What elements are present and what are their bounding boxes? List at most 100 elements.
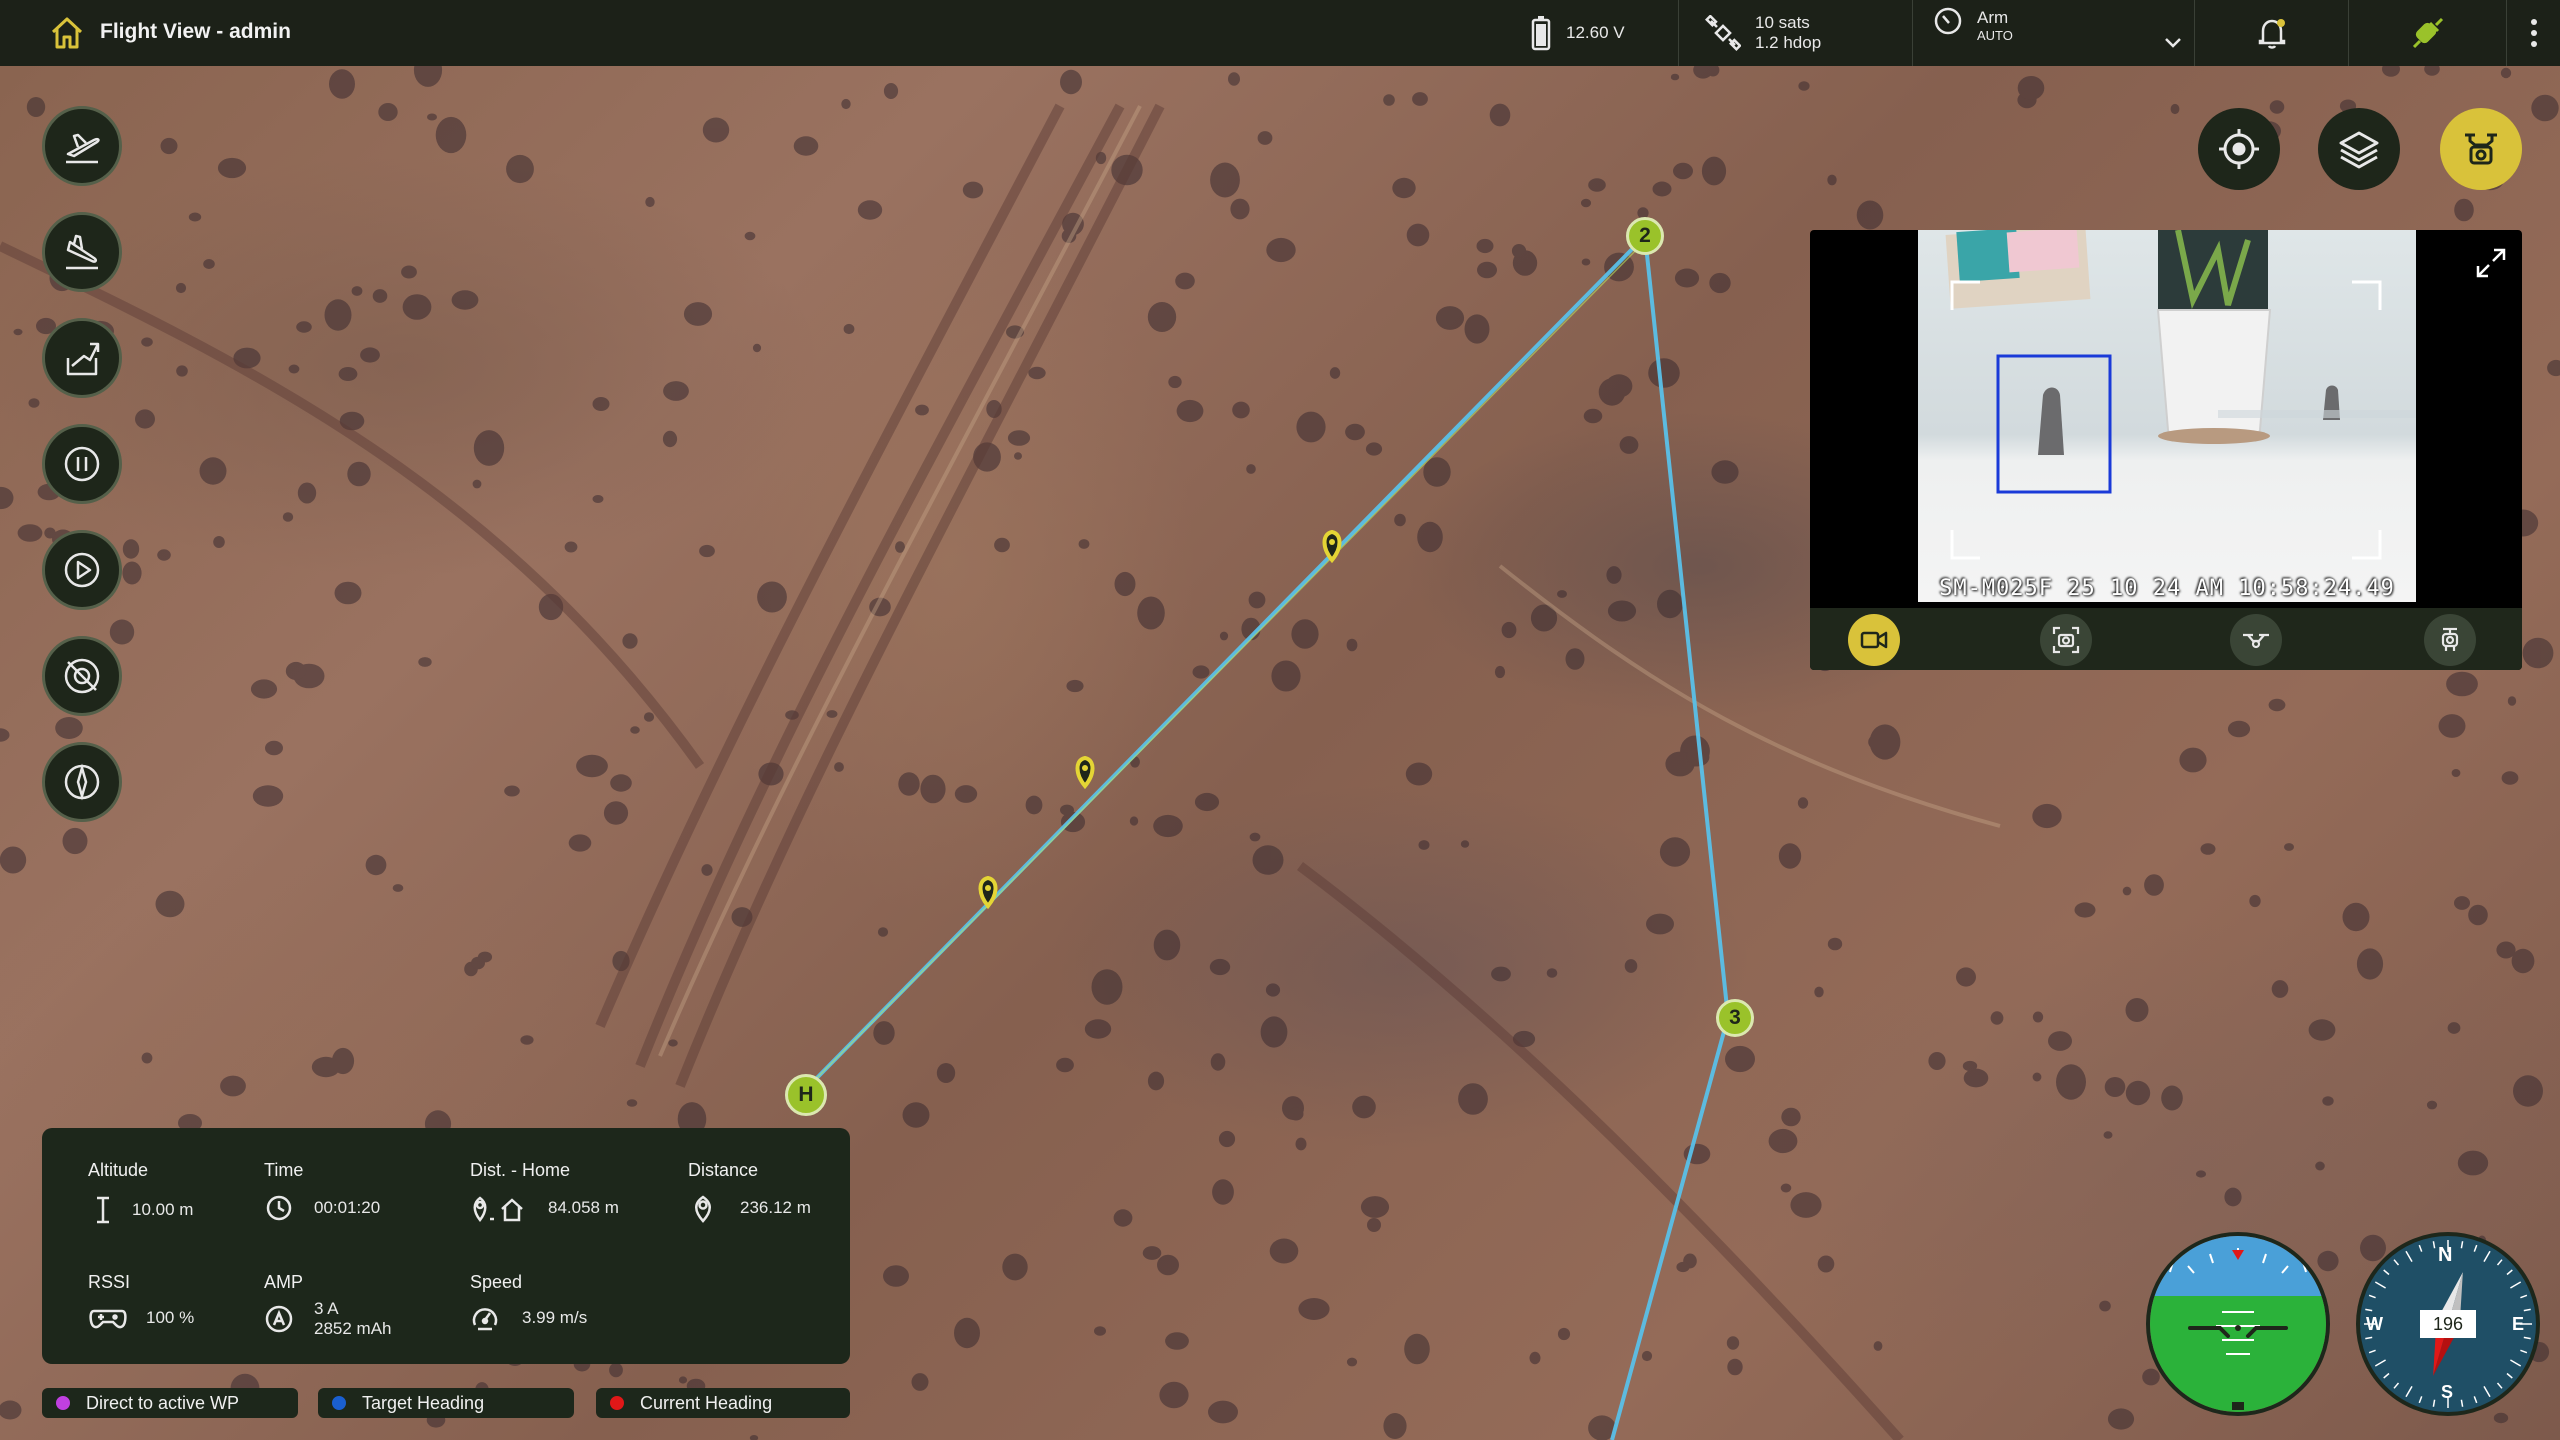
time-stat: Time 00:01:20: [264, 1160, 380, 1223]
plug-connected-icon: [2412, 17, 2444, 49]
camera-off-button[interactable]: [42, 636, 122, 716]
camera-feed-image[interactable]: [1918, 230, 2416, 602]
camera-off-icon: [64, 658, 100, 694]
altitude-icon: [97, 1196, 109, 1224]
expand-video-button[interactable]: [2474, 246, 2508, 280]
gps-sats: 10 sats: [1755, 13, 1810, 32]
video-record-button[interactable]: [1848, 614, 1900, 666]
legend-direct-wp: Direct to active WP: [42, 1388, 298, 1418]
time-label: Time: [264, 1160, 304, 1180]
waypoint-2[interactable]: 2: [1626, 217, 1664, 255]
amp-capacity: 2852 mAh: [314, 1319, 392, 1338]
page-title: Flight View - admin: [100, 20, 291, 43]
takeoff-icon: [66, 133, 100, 164]
speed-value: 3.99 m/s: [522, 1308, 588, 1327]
arm-label: Arm: [1977, 8, 2009, 27]
battery-voltage: 12.60 V: [1566, 23, 1625, 42]
speed-stat: Speed 3.99 m/s: [470, 1272, 587, 1333]
rssi-stat: RSSI 100 %: [88, 1272, 194, 1333]
dist-home-label: Dist. - Home: [470, 1160, 571, 1180]
drone-camera-button[interactable]: [2440, 108, 2522, 190]
compass-w: W: [2366, 1314, 2383, 1334]
return-home-button[interactable]: [42, 318, 122, 398]
waypoint-3[interactable]: 3: [1716, 999, 1754, 1037]
gps-hdop: 1.2 hdop: [1755, 33, 1822, 52]
current-heading-color-dot: [610, 1396, 624, 1410]
home-waypoint[interactable]: H: [785, 1074, 827, 1116]
play-button[interactable]: [42, 530, 122, 610]
clock-icon: [266, 1195, 292, 1221]
compass-e: E: [2512, 1314, 2525, 1334]
location-home-icon: [473, 1196, 523, 1223]
expand-icon: [2476, 248, 2506, 278]
notifications-button[interactable]: [2194, 0, 2349, 66]
more-menu-button[interactable]: [2506, 0, 2560, 66]
photo-capture-button[interactable]: [2040, 614, 2092, 666]
direct-wp-color-dot: [56, 1396, 70, 1410]
gimbal-button[interactable]: [2424, 614, 2476, 666]
time-value: 00:01:20: [314, 1198, 381, 1217]
target-heading-color-dot: [332, 1396, 346, 1410]
return-home-icon: [66, 342, 100, 376]
dist-home-value: 84.058 m: [548, 1198, 619, 1217]
video-record-icon: [1860, 631, 1888, 649]
pause-button[interactable]: [42, 424, 122, 504]
drone-view-button[interactable]: [2230, 614, 2282, 666]
distance-label: Distance: [688, 1160, 759, 1180]
altitude-stat: Altitude 10.00 m: [88, 1160, 193, 1225]
compass-indicator: N E S W 196: [2356, 1232, 2540, 1416]
bell-icon: [2258, 19, 2286, 49]
map-layers-button[interactable]: [2318, 108, 2400, 190]
amp-label: AMP: [264, 1272, 304, 1292]
arm-mode-dropdown[interactable]: Arm AUTO: [1912, 0, 2195, 66]
land-icon: [66, 234, 98, 270]
video-timestamp: SM-M025F 25 10 24 AM 10:58:24.49: [1939, 576, 2395, 601]
route-markers: [978, 529, 1342, 910]
land-button[interactable]: [42, 212, 122, 292]
chevron-down-icon: [2165, 38, 2181, 48]
satellite-icon: [1705, 15, 1741, 51]
artificial-horizon: [2150, 1236, 2326, 1412]
legend-target-heading-label: Target Heading: [362, 1392, 485, 1413]
gps-status: 10 sats 1.2 hdop: [1678, 0, 1913, 66]
speed-label: Speed: [470, 1272, 523, 1292]
rssi-label: RSSI: [88, 1272, 131, 1292]
legend-target-heading: Target Heading: [318, 1388, 574, 1418]
battery-status: 12.60 V: [1500, 0, 1678, 66]
telemetry-panel: Altitude 10.00 m Time 00:01:20 Dist. - H…: [42, 1128, 850, 1364]
photo-capture-icon: [2052, 626, 2080, 654]
arm-mode: AUTO: [1977, 28, 2013, 43]
takeoff-button[interactable]: [42, 106, 122, 186]
compass-calibrate-button[interactable]: [42, 742, 122, 822]
play-icon: [64, 552, 100, 588]
compass-n: N: [2438, 1244, 2453, 1266]
legend-current-heading-label: Current Heading: [640, 1392, 773, 1413]
top-bar: Flight View - admin 12.60 V 10 sats 1.2 …: [0, 0, 2560, 66]
rssi-value: 100 %: [146, 1308, 195, 1327]
pause-icon: [64, 446, 100, 482]
amp-stat: AMP 3 A 2852 mAh: [264, 1272, 392, 1339]
legend-direct-wp-label: Direct to active WP: [86, 1392, 240, 1413]
ampere-icon: [265, 1305, 293, 1333]
video-feed-panel: SM-M025F 25 10 24 AM 10:58:24.49: [1810, 230, 2522, 670]
dist-home-stat: Dist. - Home 84.058 m: [470, 1160, 619, 1223]
connection-button[interactable]: [2348, 0, 2507, 66]
amp-value: 3 A: [314, 1299, 339, 1318]
distance-stat: Distance 236.12 m: [688, 1160, 811, 1223]
gimbal-icon: [2441, 627, 2459, 651]
home-icon[interactable]: [48, 14, 86, 52]
drone-camera-icon: [2465, 133, 2497, 165]
gamepad-icon: [89, 1309, 127, 1329]
speedometer-icon: [472, 1308, 498, 1331]
attitude-indicator: [2146, 1232, 2330, 1416]
camera-scene: [1945, 230, 2416, 560]
recenter-button[interactable]: [2198, 108, 2280, 190]
legend-current-heading: Current Heading: [596, 1388, 850, 1418]
distance-value: 236.12 m: [740, 1198, 811, 1217]
layers-icon: [2339, 131, 2379, 169]
battery-icon: [1531, 16, 1551, 51]
altitude-label: Altitude: [88, 1160, 149, 1180]
arm-icon: [1934, 7, 1962, 35]
compass-s: S: [2441, 1382, 2454, 1402]
video-controls: [1810, 608, 2522, 670]
